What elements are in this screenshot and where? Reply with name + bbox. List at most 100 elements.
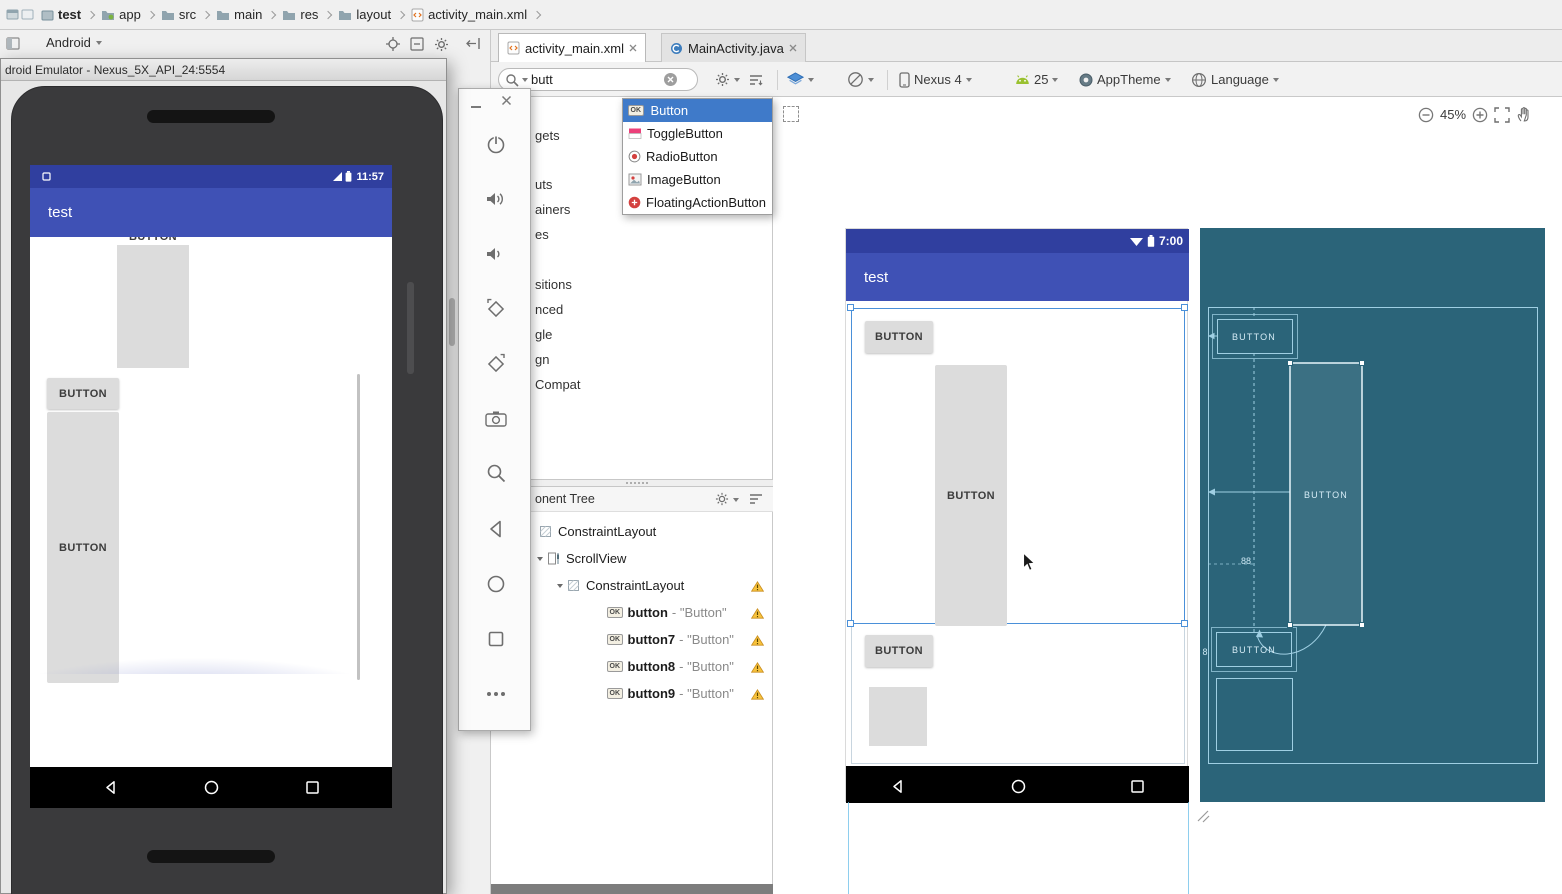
more-options-button[interactable]: [477, 675, 515, 713]
rotate-left-button[interactable]: [477, 290, 515, 328]
selection-handle[interactable]: [1359, 360, 1365, 366]
expand-caret-icon[interactable]: [557, 583, 563, 588]
close-icon[interactable]: [629, 44, 637, 52]
emulator-screen[interactable]: 11:57 test BUTTON BUTTON BUTTON: [30, 165, 392, 808]
design-button1[interactable]: BUTTON: [865, 321, 933, 353]
palette-category[interactable]: gn: [535, 352, 549, 368]
tree-row-button9[interactable]: OK button9 - "Button": [491, 680, 774, 707]
tree-row-button7[interactable]: OK button7 - "Button": [491, 626, 774, 653]
tool-window-icon[interactable]: [6, 37, 20, 50]
palette-item-radiobutton[interactable]: RadioButton: [623, 145, 772, 168]
blueprint-view[interactable]: BUTTON BUTTON BUTTON 88 8: [1200, 228, 1545, 802]
palette-category[interactable]: sitions: [535, 277, 572, 293]
close-icon[interactable]: [501, 95, 512, 106]
search-input[interactable]: [531, 72, 661, 87]
power-button[interactable]: [477, 125, 515, 163]
design-canvas[interactable]: 45% 7:00 test BUTTON BUTTON BUTTON BUTTO…: [773, 97, 1562, 894]
palette-category[interactable]: gets: [535, 128, 560, 144]
nav-back-icon[interactable]: [890, 779, 905, 799]
orientation-selector[interactable]: [847, 62, 874, 97]
device-selector[interactable]: Nexus 4: [899, 62, 972, 97]
palette-item-imagebutton[interactable]: ImageButton: [623, 168, 772, 191]
scrollbar-thumb[interactable]: [357, 374, 360, 680]
blueprint-canvas[interactable]: BUTTON BUTTON BUTTON 88 8: [1200, 228, 1545, 802]
clear-search-icon[interactable]: [664, 73, 677, 86]
expand-caret-icon[interactable]: [537, 556, 543, 561]
language-selector[interactable]: Language: [1191, 62, 1279, 97]
palette-category[interactable]: es: [535, 227, 549, 243]
selection-handle[interactable]: [1287, 360, 1293, 366]
tab-activity-main-xml[interactable]: activity_main.xml: [498, 33, 646, 62]
home-button[interactable]: [477, 565, 515, 603]
project-view-selector[interactable]: Android: [46, 35, 102, 50]
nav-home-icon[interactable]: [1011, 779, 1026, 799]
design-button4-block[interactable]: [869, 687, 927, 746]
breadcrumb-item-layout[interactable]: layout: [335, 5, 394, 24]
zoom-to-fit-icon[interactable]: [1494, 106, 1510, 123]
close-icon[interactable]: [789, 44, 797, 52]
rotate-right-button[interactable]: [477, 345, 515, 383]
palette-item-button[interactable]: OK Button: [623, 99, 772, 122]
selection-handle[interactable]: [847, 304, 854, 311]
breadcrumb-item-res[interactable]: res: [279, 5, 321, 24]
screenshot-camera-button[interactable]: [477, 399, 515, 437]
emulator-button[interactable]: BUTTON: [47, 378, 119, 409]
breadcrumb-item-src[interactable]: src: [158, 5, 199, 24]
tree-row-constraintlayout-root[interactable]: ConstraintLayout: [491, 518, 774, 545]
resize-handle-icon[interactable]: [1196, 809, 1210, 823]
nav-recents-icon[interactable]: [305, 780, 320, 800]
emulator-tall-button[interactable]: BUTTON: [47, 412, 119, 683]
nav-home-icon[interactable]: [204, 780, 219, 800]
tree-row-button[interactable]: OK button - "Button": [491, 599, 774, 626]
search-options-caret-icon[interactable]: [522, 77, 528, 82]
volume-down-button[interactable]: [477, 235, 515, 273]
design-button3[interactable]: BUTTON: [865, 635, 933, 667]
design-big-button[interactable]: BUTTON: [935, 365, 1007, 626]
locate-icon[interactable]: [386, 37, 400, 51]
selection-handle[interactable]: [1359, 622, 1365, 628]
palette-category[interactable]: uts: [535, 177, 552, 193]
zoom-out-icon[interactable]: [1418, 107, 1434, 123]
selection-handle[interactable]: [1287, 622, 1293, 628]
design-view[interactable]: 7:00 test BUTTON BUTTON BUTTON: [845, 228, 1189, 803]
panel-scrollbar-thumb[interactable]: [449, 298, 455, 346]
view-options-button[interactable]: [749, 62, 763, 97]
editor-settings-button[interactable]: [715, 62, 740, 97]
volume-up-button[interactable]: [477, 180, 515, 218]
selection-handle[interactable]: [1181, 304, 1188, 311]
overview-button[interactable]: [477, 620, 515, 658]
panel-splitter[interactable]: [491, 479, 774, 487]
emulator-window[interactable]: droid Emulator - Nexus_5X_API_24:5554 11…: [0, 58, 447, 894]
sort-lines-icon[interactable]: [749, 493, 763, 505]
breadcrumb-item-app[interactable]: app: [98, 5, 144, 24]
theme-selector[interactable]: AppTheme: [1079, 62, 1171, 97]
layout-bounds-icon[interactable]: [783, 106, 799, 122]
tree-row-button8[interactable]: OK button8 - "Button": [491, 653, 774, 680]
breadcrumb-item-main[interactable]: main: [213, 5, 265, 24]
breadcrumb-item-file[interactable]: activity_main.xml: [408, 5, 530, 24]
hide-panel-icon[interactable]: [466, 37, 481, 50]
tab-mainactivity-java[interactable]: MainActivity.java: [661, 33, 806, 62]
nav-back-icon[interactable]: [103, 780, 118, 800]
palette-category[interactable]: nced: [535, 302, 563, 318]
design-surface-selector[interactable]: [787, 62, 814, 97]
minimize-icon[interactable]: [471, 99, 487, 109]
pan-hand-icon[interactable]: [1516, 106, 1533, 123]
palette-item-floatingactionbutton[interactable]: FloatingActionButton: [623, 191, 772, 214]
back-button[interactable]: [477, 510, 515, 548]
palette-category[interactable]: ainers: [535, 202, 570, 218]
emulator-app-content[interactable]: BUTTON BUTTON BUTTON: [30, 237, 392, 767]
tree-row-constraintlayout-inner[interactable]: ConstraintLayout: [491, 572, 774, 599]
emulator-titlebar[interactable]: droid Emulator - Nexus_5X_API_24:5554: [1, 59, 446, 81]
nav-recents-icon[interactable]: [1130, 779, 1145, 799]
selection-handle[interactable]: [847, 620, 854, 627]
gear-icon[interactable]: [715, 492, 729, 506]
zoom-in-icon[interactable]: [1472, 107, 1488, 123]
palette-category[interactable]: Compat: [535, 377, 581, 393]
zoom-button[interactable]: [477, 454, 515, 492]
breadcrumb-item-project[interactable]: test: [38, 5, 84, 24]
collapse-all-icon[interactable]: [410, 37, 424, 51]
palette-item-togglebutton[interactable]: ToggleButton: [623, 122, 772, 145]
gear-icon[interactable]: [434, 37, 449, 52]
tree-row-scrollview[interactable]: ScrollView: [491, 545, 774, 572]
